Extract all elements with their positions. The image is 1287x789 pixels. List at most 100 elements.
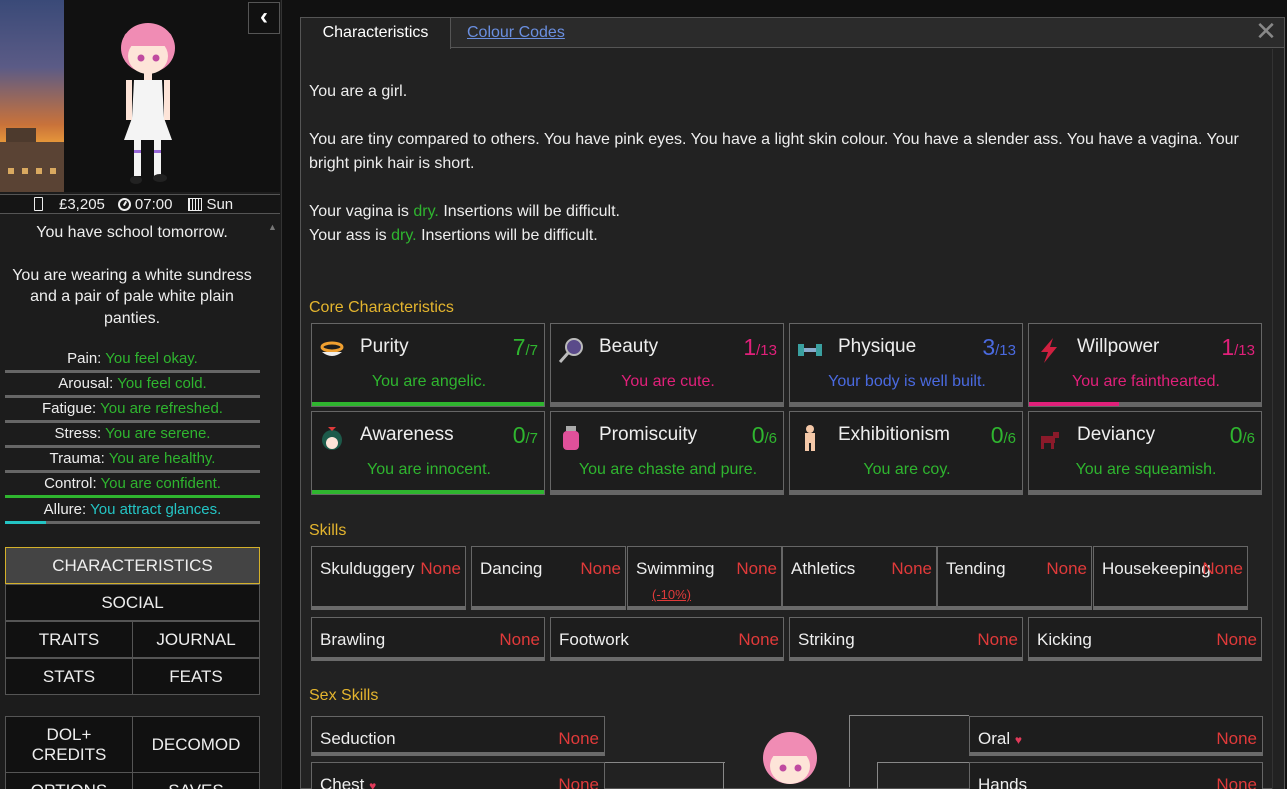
- halo-icon: [318, 336, 346, 364]
- characteristic-description: You are cute.: [621, 373, 715, 390]
- calendar-icon: [188, 197, 203, 211]
- skill-dancing[interactable]: Dancing None: [471, 546, 626, 610]
- skill-value: None: [736, 559, 777, 578]
- skill-tending[interactable]: Tending None: [937, 546, 1092, 610]
- stat-row: Control: You are confident.: [5, 475, 260, 498]
- location-scene-image: [0, 0, 64, 192]
- figure-icon: [796, 424, 824, 452]
- nav-saves-button[interactable]: SAVES: [132, 772, 260, 789]
- characteristic-name: Beauty: [599, 336, 659, 357]
- characteristic-bar-fill: [1029, 402, 1120, 406]
- skill-name: Athletics: [791, 559, 856, 578]
- stat-row: Allure: You attract glances.: [5, 501, 260, 524]
- characteristic-card-beauty[interactable]: Beauty 1/13 You are cute.: [550, 323, 784, 407]
- skill-footwork[interactable]: Footwork None: [550, 617, 784, 661]
- skill-name: Brawling: [320, 630, 386, 649]
- characteristic-bar: [1029, 490, 1261, 494]
- characteristic-name: Deviancy: [1077, 424, 1156, 445]
- skill-name: Footwork: [559, 630, 629, 649]
- skill-swimming[interactable]: Swimming None (-10%): [627, 546, 782, 610]
- characteristic-score: 0/7: [512, 422, 538, 448]
- skill-brawling[interactable]: Brawling None: [311, 617, 545, 661]
- ass-state-value: dry.: [391, 227, 417, 244]
- stat-bar: [5, 370, 260, 373]
- nav-social-button[interactable]: SOCIAL: [5, 584, 260, 621]
- stat-value: You attract glances.: [90, 501, 222, 518]
- stat-value: You are refreshed.: [100, 400, 223, 417]
- skill-value: None: [1202, 559, 1243, 578]
- skill-value: None: [499, 630, 540, 649]
- stat-value: You feel cold.: [117, 375, 207, 392]
- seduction-skill[interactable]: Seduction None: [311, 716, 605, 756]
- tab-colour-codes[interactable]: Colour Codes: [451, 18, 581, 48]
- chest-skill[interactable]: Chest ♥ None: [311, 762, 605, 789]
- characteristic-bar: [790, 402, 1022, 406]
- characteristic-card-deviancy[interactable]: Deviancy 0/6 You are squeamish.: [1028, 411, 1262, 495]
- connector-line: [849, 715, 850, 787]
- sidebar-text: You have school tomorrow. You are wearin…: [0, 222, 264, 329]
- stat-bar-fill: [5, 495, 260, 498]
- characteristic-bar: [790, 490, 1022, 494]
- characteristic-name: Physique: [838, 336, 917, 357]
- nav-feats-button[interactable]: FEATS: [132, 658, 260, 695]
- building-silhouette: [0, 128, 64, 192]
- oral-skill[interactable]: Oral ♥ None: [969, 716, 1263, 756]
- sidebar: ⚷ ‹ £3,205 07:00 Sun You have school tom…: [0, 0, 282, 789]
- characteristic-card-physique[interactable]: Physique 3/13 Your body is well built.: [789, 323, 1023, 407]
- characteristic-description: You are coy.: [863, 461, 951, 478]
- dog-icon: [1035, 424, 1063, 452]
- gender-text: You are a girl.: [309, 83, 408, 100]
- hands-skill[interactable]: Hands None: [969, 762, 1263, 789]
- characteristic-name: Promiscuity: [599, 424, 698, 445]
- connector-line: [605, 762, 725, 763]
- school-notice: You have school tomorrow.: [36, 224, 228, 241]
- scroll-up-icon[interactable]: ▲: [268, 222, 277, 232]
- skill-name: Tending: [946, 559, 1006, 578]
- nav-journal-button[interactable]: JOURNAL: [132, 621, 260, 658]
- nav-dol-credits-button[interactable]: DOL+ CREDITS: [5, 716, 133, 773]
- skill-value: None: [1216, 630, 1257, 649]
- characteristic-score: 1/13: [743, 334, 777, 360]
- stat-row: Trauma: You are healthy.: [5, 450, 260, 473]
- skill-name: Swimming: [636, 559, 715, 578]
- nav-decomod-button[interactable]: DECOMOD: [132, 716, 260, 773]
- nav-stats-button[interactable]: STATS: [5, 658, 133, 695]
- characteristic-score: 0/6: [751, 422, 777, 448]
- characteristic-description: You are fainthearted.: [1072, 373, 1220, 390]
- characteristic-card-awareness[interactable]: Awareness 0/7 You are innocent.: [311, 411, 545, 495]
- skill-housekeeping[interactable]: Housekeeping None: [1093, 546, 1248, 610]
- collapse-sidebar-button[interactable]: ‹: [248, 2, 280, 34]
- characteristic-description: You are angelic.: [371, 373, 487, 390]
- characteristic-card-willpower[interactable]: Willpower 1/13 You are fainthearted.: [1028, 323, 1262, 407]
- nav-options-button[interactable]: OPTIONS: [5, 772, 133, 789]
- characteristic-name: Purity: [360, 336, 409, 357]
- skill-striking[interactable]: Striking None: [789, 617, 1023, 661]
- scrollbar[interactable]: [1272, 49, 1284, 789]
- stat-label: Arousal:: [58, 375, 114, 392]
- stat-bar: [5, 470, 260, 473]
- characteristic-description: You are chaste and pure.: [578, 461, 758, 478]
- close-icon[interactable]: ✕: [1254, 18, 1278, 44]
- characteristic-card-exhibitionism[interactable]: Exhibitionism 0/6 You are coy.: [789, 411, 1023, 495]
- skill-name: Dancing: [480, 559, 543, 578]
- nav-characteristics-button[interactable]: CHARACTERISTICS: [5, 547, 260, 584]
- nav-traits-button[interactable]: TRAITS: [5, 621, 133, 658]
- characteristic-card-purity[interactable]: Purity 7/7 You are angelic.: [311, 323, 545, 407]
- tab-characteristics[interactable]: Characteristics: [301, 18, 451, 49]
- characteristic-bar: [312, 490, 544, 494]
- skill-skulduggery[interactable]: Skulduggery None: [311, 546, 466, 610]
- characteristic-score: 7/7: [512, 334, 538, 360]
- clothing-description: You are wearing a white sundress and a p…: [12, 266, 252, 327]
- connector-line: [877, 762, 969, 763]
- stat-row: Pain: You feel okay.: [5, 350, 260, 373]
- status-bar: £3,205 07:00 Sun: [0, 194, 280, 214]
- skill-kicking[interactable]: Kicking None: [1028, 617, 1262, 661]
- skill-modifier: (-10%): [652, 587, 692, 602]
- skill-value: None: [977, 630, 1018, 649]
- vagina-state-value: dry.: [413, 203, 439, 220]
- characteristic-score: 1/13: [1221, 334, 1255, 360]
- stat-bar: [5, 521, 260, 524]
- characteristic-card-promiscuity[interactable]: Promiscuity 0/6 You are chaste and pure.: [550, 411, 784, 495]
- clock-icon: [117, 197, 131, 211]
- skill-athletics[interactable]: Athletics None: [782, 546, 937, 610]
